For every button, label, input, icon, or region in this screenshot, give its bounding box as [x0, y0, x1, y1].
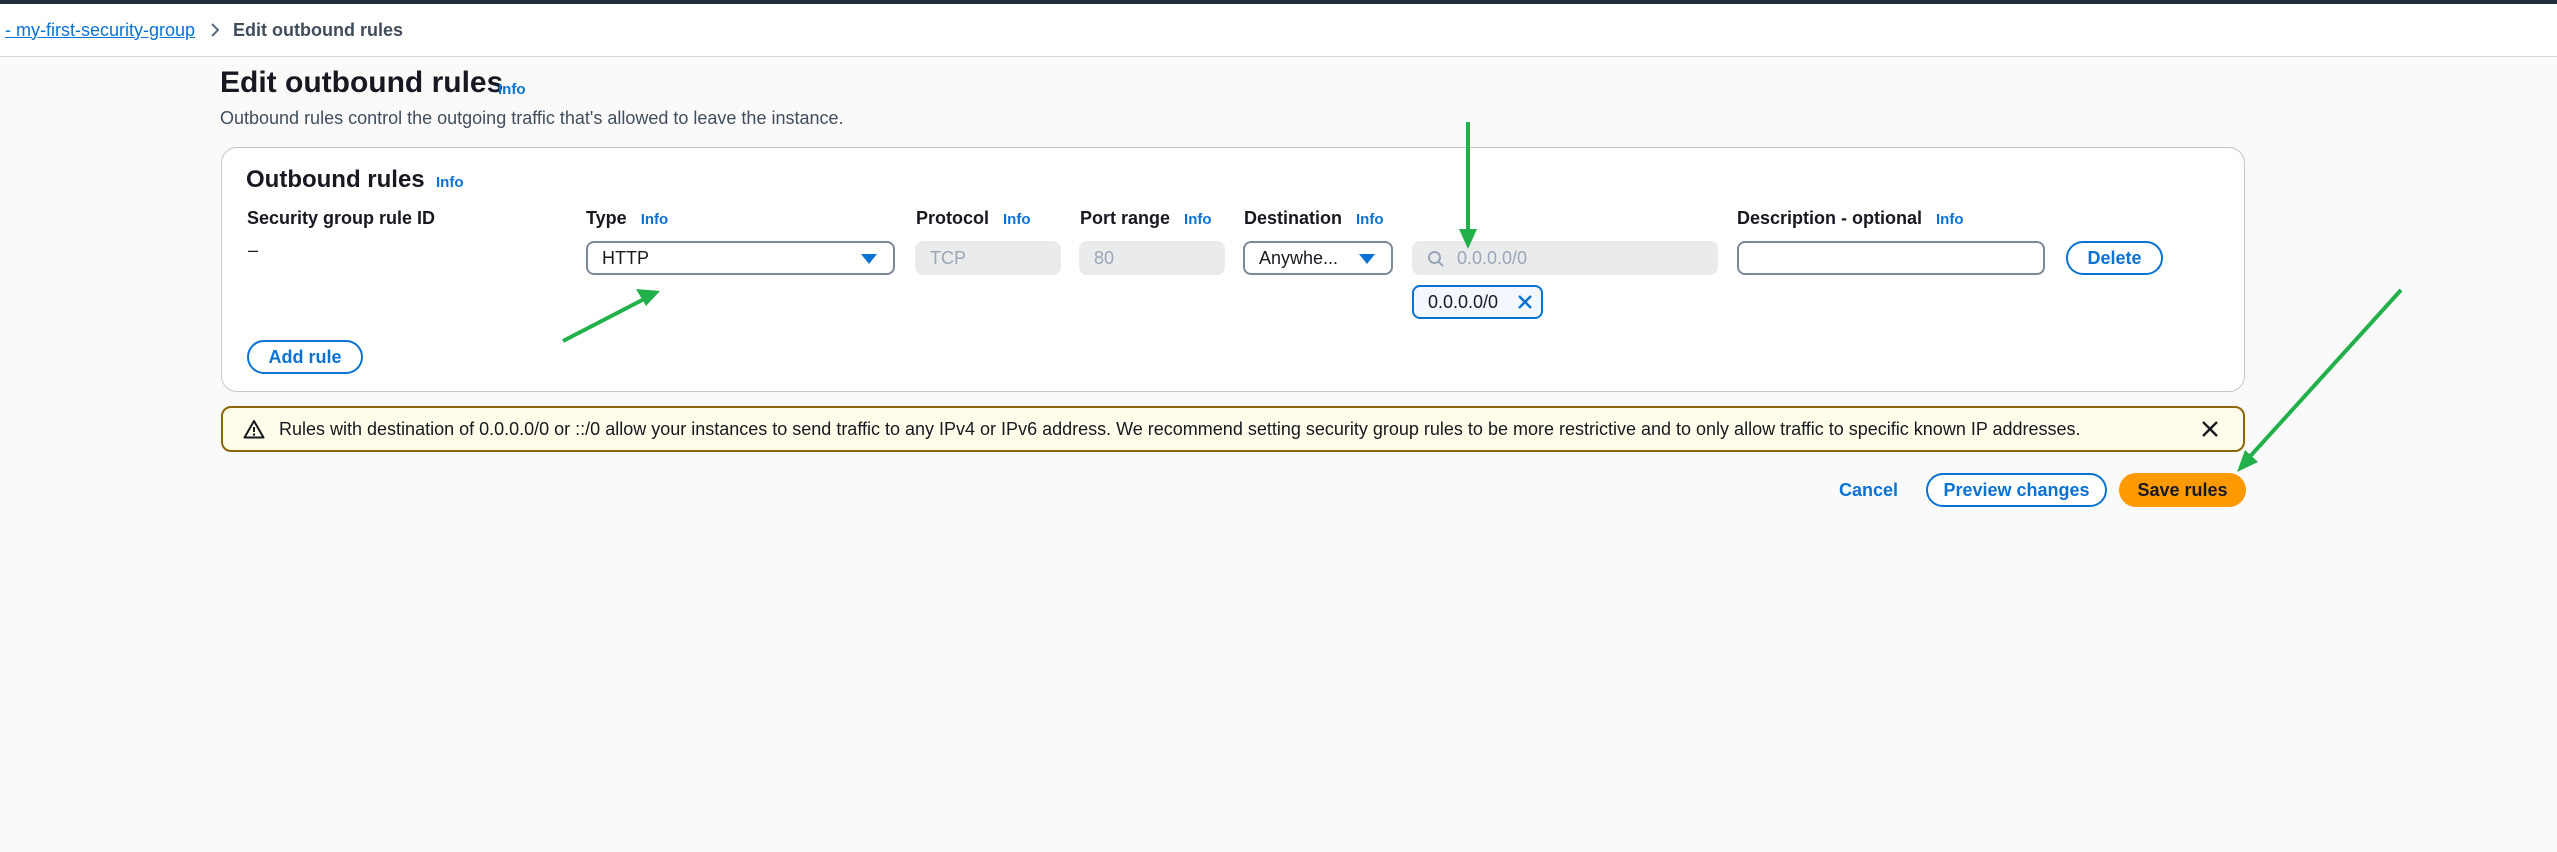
cidr-token-label: 0.0.0.0/0 — [1428, 291, 1499, 312]
column-header-protocol: Protocol Info — [916, 208, 1031, 229]
chevron-right-icon — [209, 22, 221, 38]
protocol-info-link[interactable]: Info — [1003, 211, 1031, 228]
breadcrumb-current: Edit outbound rules — [233, 19, 404, 40]
annotation-arrow — [2237, 288, 2403, 472]
description-input[interactable] — [1737, 241, 2045, 275]
cidr-search-input[interactable]: 0.0.0.0/0 — [1412, 241, 1718, 275]
close-icon[interactable] — [2199, 418, 2221, 440]
column-header-label: Destination — [1244, 208, 1343, 228]
column-header-rule-id: Security group rule ID — [247, 208, 435, 229]
panel-info-link[interactable]: Info — [436, 174, 464, 191]
column-header-port-range: Port range Info — [1080, 208, 1212, 229]
column-header-label: Security group rule ID — [247, 208, 436, 228]
caret-down-icon — [861, 254, 877, 264]
column-header-label: Port range — [1080, 208, 1171, 228]
destination-select-value: Anywhe... — [1259, 247, 1339, 268]
page-description: Outbound rules control the outgoing traf… — [220, 108, 844, 128]
cidr-token: 0.0.0.0/0 — [1412, 285, 1543, 319]
column-header-label: Protocol — [916, 208, 990, 228]
description-info-link[interactable]: Info — [1936, 211, 1964, 228]
protocol-value: TCP — [930, 247, 966, 268]
column-header-destination: Destination Info — [1244, 208, 1384, 229]
warning-icon — [243, 419, 265, 439]
close-icon[interactable] — [1516, 293, 1534, 311]
protocol-input: TCP — [915, 241, 1061, 275]
type-select[interactable]: HTTP — [586, 241, 895, 275]
search-icon — [1427, 250, 1445, 273]
port-range-info-link[interactable]: Info — [1184, 211, 1212, 228]
page-info-link[interactable]: Info — [498, 81, 526, 98]
save-rules-button-label: Save rules — [2137, 479, 2228, 500]
port-range-value: 80 — [1094, 247, 1115, 268]
warning-alert-text: Rules with destination of 0.0.0.0/0 or :… — [279, 418, 2081, 439]
preview-changes-button[interactable]: Preview changes — [1926, 473, 2107, 507]
column-header-description: Description - optional Info — [1737, 208, 1964, 229]
cancel-button[interactable]: Cancel — [1839, 480, 1898, 501]
preview-changes-button-label: Preview changes — [1943, 479, 2090, 500]
rule-id-value: – — [248, 240, 259, 260]
column-header-label: Description - optional — [1737, 208, 1923, 228]
add-rule-button[interactable]: Add rule — [247, 340, 363, 374]
port-range-input: 80 — [1079, 241, 1225, 275]
destination-info-link[interactable]: Info — [1356, 211, 1384, 228]
breadcrumb: - my-first-security-group Edit outbound … — [0, 4, 2557, 57]
cidr-placeholder: 0.0.0.0/0 — [1457, 247, 1528, 268]
column-header-label: Type — [586, 208, 627, 228]
save-rules-button[interactable]: Save rules — [2119, 473, 2246, 507]
breadcrumb-link-security-group[interactable]: - my-first-security-group — [5, 20, 195, 41]
add-rule-button-label: Add rule — [268, 346, 342, 367]
delete-button-label: Delete — [2087, 247, 2142, 268]
destination-select[interactable]: Anywhe... — [1243, 241, 1393, 275]
outbound-rules-panel: Outbound rules Info Security group rule … — [221, 147, 2245, 392]
type-select-value: HTTP — [602, 247, 649, 268]
delete-button[interactable]: Delete — [2066, 241, 2163, 275]
caret-down-icon — [1359, 254, 1375, 264]
page-title: Edit outbound rules — [220, 66, 504, 99]
column-header-type: Type Info — [586, 208, 668, 229]
panel-title: Outbound rules — [246, 166, 425, 193]
type-info-link[interactable]: Info — [641, 211, 669, 228]
warning-alert: Rules with destination of 0.0.0.0/0 or :… — [221, 406, 2245, 452]
